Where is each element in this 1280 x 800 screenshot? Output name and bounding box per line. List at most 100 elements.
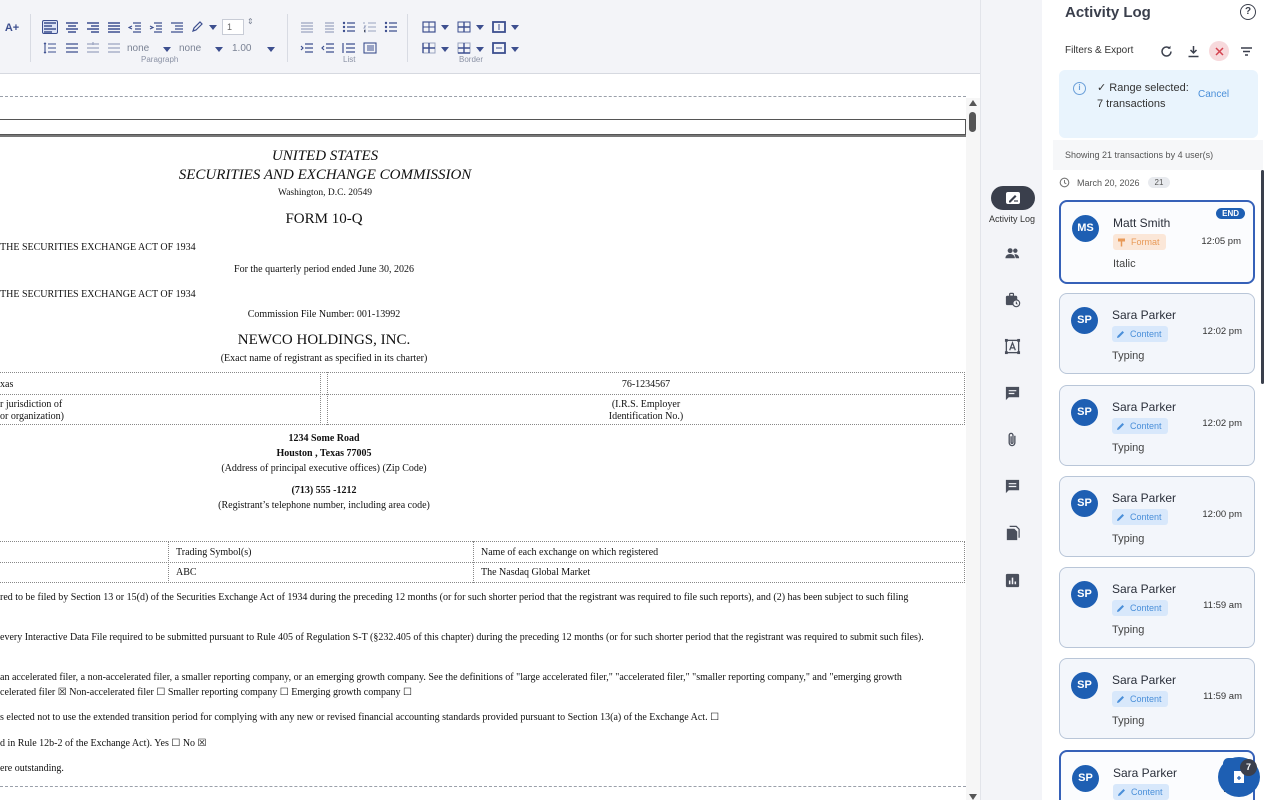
activity-entry-card[interactable]: SP Sara Parker Content 12:00 pm Typing	[1059, 476, 1255, 557]
spin-arrows-icon[interactable]: ⇕	[247, 17, 254, 26]
filter-icon[interactable]	[1238, 43, 1254, 59]
chevron-down-icon[interactable]	[209, 25, 217, 30]
list-restart-icon[interactable]	[341, 41, 357, 55]
activity-entry-card[interactable]: SP Sara Parker Content 11:59 am Typing	[1059, 567, 1255, 648]
list-outdent-icon[interactable]	[320, 41, 336, 55]
border-inner-icon[interactable]	[456, 20, 472, 34]
text-box-icon[interactable]	[1003, 337, 1021, 355]
justify-icon[interactable]	[106, 20, 122, 34]
line-spacing-icon[interactable]	[42, 41, 58, 55]
align-left-icon[interactable]	[42, 20, 58, 34]
space-before-icon[interactable]	[64, 41, 80, 55]
help-icon[interactable]: ?	[1240, 4, 1256, 20]
selection-count-badge: 7	[1240, 759, 1257, 776]
entry-user-name: Matt Smith	[1113, 216, 1171, 230]
line-spacing-select[interactable]: 1.00	[232, 43, 251, 54]
toolbar-divider	[30, 14, 31, 62]
chevron-down-icon[interactable]	[511, 47, 519, 52]
border-left-icon[interactable]	[421, 41, 437, 55]
document-canvas[interactable]: UNITED STATES SECURITIES AND EXCHANGE CO…	[0, 74, 980, 800]
font-grow-button[interactable]: A+	[4, 21, 20, 35]
phone: (713) 555 -1212	[291, 485, 357, 496]
range-selection-text: ✓ Range selected: 7 transactions	[1097, 82, 1189, 110]
entry-type-chip: Content	[1113, 784, 1169, 800]
download-icon[interactable]	[1185, 43, 1201, 59]
bullet-list-icon[interactable]	[341, 20, 357, 34]
filters-export-button[interactable]: Filters & Export	[1065, 45, 1133, 56]
numbered-list-style-icon[interactable]	[320, 20, 336, 34]
outdent-icon[interactable]	[127, 20, 143, 34]
ein-caption-1: (I.R.S. Employer	[611, 399, 681, 410]
entry-type-chip: Content	[1112, 509, 1168, 525]
entry-type-label: Content	[1130, 421, 1162, 431]
list-indent-icon[interactable]	[299, 41, 315, 55]
border-style-select[interactable]: none	[127, 43, 149, 54]
attachment-icon[interactable]	[1003, 430, 1021, 448]
activity-log-rail-button[interactable]	[991, 186, 1035, 210]
users-icon[interactable]	[1003, 244, 1021, 262]
chevron-down-icon[interactable]	[215, 47, 223, 52]
activity-entry-card[interactable]: SP Sara Parker Content 11:59 am Typing	[1059, 658, 1255, 739]
registrant-info-table	[0, 372, 965, 425]
space-after-icon[interactable]	[85, 41, 101, 55]
scroll-thumb[interactable]	[969, 112, 976, 132]
border-all-icon[interactable]	[421, 20, 437, 34]
header-rule	[0, 135, 966, 137]
clear-selection-close-icon[interactable]	[1209, 41, 1229, 61]
checklist-icon[interactable]	[383, 20, 399, 34]
history-icon	[1059, 177, 1070, 188]
refresh-icon[interactable]	[1158, 43, 1174, 59]
list-settings-icon[interactable]	[362, 41, 378, 55]
entry-type-chip: Content	[1112, 326, 1168, 342]
exchange-name: The Nasdaq Global Market	[481, 567, 591, 578]
activity-list-scrollbar[interactable]	[1261, 170, 1264, 384]
address-line-2: Houston , Texas 77005	[276, 448, 372, 459]
document-scrollbar[interactable]	[966, 98, 980, 800]
numbered-list-icon[interactable]	[362, 20, 378, 34]
trading-symbol: ABC	[176, 567, 197, 578]
entry-action: Typing	[1112, 624, 1145, 636]
chevron-down-icon[interactable]	[441, 47, 449, 52]
align-center-icon[interactable]	[64, 20, 80, 34]
chevron-down-icon[interactable]	[476, 25, 484, 30]
border-box-icon[interactable]	[491, 41, 507, 55]
highlight-pen-icon[interactable]	[190, 19, 206, 33]
briefcase-clock-icon[interactable]	[1003, 290, 1021, 308]
header-line-1: UNITED STATES	[271, 148, 379, 164]
table-divider	[320, 372, 321, 425]
commission-file: Commission File Number: 001-13992	[247, 309, 401, 320]
border-bottom-icon[interactable]	[456, 41, 472, 55]
comment-icon[interactable]	[1003, 384, 1021, 402]
list-style-icon[interactable]	[299, 20, 315, 34]
scroll-up-icon[interactable]	[969, 100, 977, 106]
indent-icon[interactable]	[148, 20, 164, 34]
copy-document-icon[interactable]	[1003, 524, 1021, 542]
date-group-header[interactable]: March 20, 2026 21	[1059, 177, 1171, 188]
quarterly-period: For the quarterly period ended June 30, …	[234, 264, 414, 275]
act-line-1: THE SECURITIES EXCHANGE ACT OF 1934	[0, 242, 196, 253]
border-style-select-2[interactable]: none	[179, 43, 201, 54]
spacing-spinbox[interactable]: 1	[222, 19, 244, 35]
activity-entry-card[interactable]: SP Sara Parker Content 12:02 pm Typing	[1059, 385, 1255, 466]
border-outer-icon[interactable]	[491, 20, 507, 34]
avatar: SP	[1071, 307, 1098, 334]
chevron-down-icon[interactable]	[163, 47, 171, 52]
chevron-down-icon[interactable]	[267, 47, 275, 52]
entry-action: Typing	[1112, 533, 1145, 545]
entry-time: 11:59 am	[1203, 691, 1242, 702]
cancel-range-button[interactable]: Cancel	[1198, 89, 1229, 100]
entry-type-chip: Format	[1113, 234, 1166, 250]
chevron-down-icon[interactable]	[441, 25, 449, 30]
indent-more-icon[interactable]	[169, 20, 185, 34]
activity-entry-card[interactable]: SP Sara Parker Content 12:02 pm Typing	[1059, 293, 1255, 374]
chevron-down-icon[interactable]	[476, 47, 484, 52]
scroll-down-icon[interactable]	[969, 794, 977, 800]
chevron-down-icon[interactable]	[511, 25, 519, 30]
entry-time: 12:02 pm	[1202, 326, 1242, 337]
paragraph-border-icon[interactable]	[106, 41, 122, 55]
align-right-icon[interactable]	[85, 20, 101, 34]
analytics-icon[interactable]	[1003, 571, 1021, 589]
activity-entry-card[interactable]: MS Matt Smith Format 12:05 pm Italic END	[1059, 200, 1255, 284]
chat-icon[interactable]	[1003, 477, 1021, 495]
header-text-box[interactable]	[0, 119, 966, 135]
